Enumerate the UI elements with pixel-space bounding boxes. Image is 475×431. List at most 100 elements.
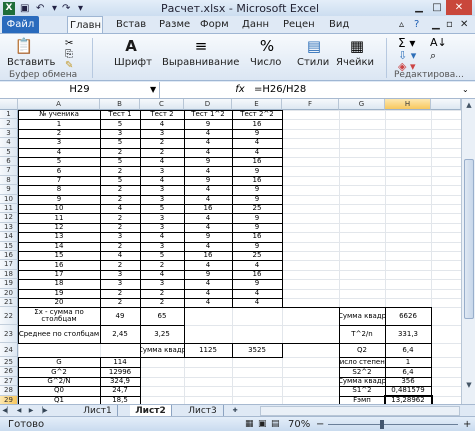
table-cell[interactable]: 5 [100, 119, 140, 128]
table-cell[interactable]: 2 [100, 260, 140, 269]
table-cell[interactable]: 2 [100, 242, 140, 251]
percent-icon[interactable]: % [256, 36, 278, 56]
table-cell[interactable]: 9 [232, 223, 282, 232]
right-label[interactable]: T^2/n [339, 325, 385, 343]
row-header-26[interactable]: 26 [0, 367, 18, 377]
table-cell[interactable]: 4 [184, 185, 232, 194]
table-cell[interactable]: 2 [100, 213, 140, 222]
summary-label[interactable]: G^2/N [18, 377, 100, 386]
summary-value[interactable]: 2,45 [100, 325, 140, 343]
font-label[interactable]: Шрифт [114, 57, 152, 69]
row-header-25[interactable]: 25 [0, 357, 18, 368]
table-cell[interactable]: 3 [100, 232, 140, 241]
table-header-cell[interactable]: Тест 1^2 [184, 110, 232, 119]
next-sheet-icon[interactable]: ▶ [26, 405, 36, 416]
zoom-slider[interactable] [328, 424, 458, 425]
tab-file[interactable]: Файл [2, 16, 39, 33]
right-label[interactable]: Сумма квадр [339, 307, 385, 325]
styles-icon[interactable]: ▤ [303, 36, 325, 56]
table-cell[interactable]: 3 [140, 166, 184, 175]
help-minimize-ribbon-icon[interactable]: ▵ [397, 16, 409, 33]
paste-button-label[interactable]: Вставить [7, 57, 55, 69]
summary-value[interactable]: 3,25 [140, 325, 184, 343]
summary-value[interactable]: 49 [100, 307, 140, 325]
table-cell[interactable]: 10 [18, 204, 100, 213]
table-cell[interactable]: 4 [184, 213, 232, 222]
table-cell[interactable]: 16 [232, 119, 282, 128]
right-label[interactable]: Число степене [339, 357, 385, 367]
name-box-dropdown-icon[interactable]: ▼ [150, 82, 156, 98]
sort-filter-icon[interactable]: A↓ [430, 36, 447, 49]
summary-value[interactable]: 3525 [232, 343, 282, 357]
zoom-slider-thumb[interactable] [380, 420, 384, 429]
alignment-icon[interactable]: ≡ [190, 36, 212, 56]
last-sheet-icon[interactable]: ▕▶ [38, 405, 48, 416]
column-header-g[interactable]: G [339, 99, 385, 110]
table-cell[interactable]: 4 [140, 176, 184, 185]
table-cell[interactable]: 16 [184, 204, 232, 213]
table-cell[interactable]: 20 [18, 298, 100, 307]
alignment-label[interactable]: Выравнивание [162, 57, 239, 69]
right-value[interactable]: 356 [385, 377, 431, 386]
summary-label[interactable]: Q1 [18, 396, 100, 404]
table-cell[interactable]: 4 [140, 270, 184, 279]
number-label[interactable]: Число [250, 57, 281, 69]
table-cell[interactable]: 4 [232, 138, 282, 147]
table-cell[interactable]: 3 [140, 279, 184, 288]
row-header-16[interactable]: 16 [0, 251, 18, 261]
table-cell[interactable]: 3 [140, 195, 184, 204]
table-cell[interactable]: 16 [232, 176, 282, 185]
table-cell[interactable]: 2 [100, 298, 140, 307]
summary-label[interactable]: G [18, 357, 100, 367]
row-header-17[interactable]: 17 [0, 260, 18, 270]
table-cell[interactable]: 3 [100, 270, 140, 279]
column-header-c[interactable]: C [140, 99, 184, 110]
table-cell[interactable]: 4 [232, 260, 282, 269]
summary-value[interactable]: 12996 [100, 367, 140, 376]
summary-label[interactable]: Среднее по столбцам [18, 325, 100, 343]
paste-icon[interactable]: 📋 [13, 36, 35, 56]
summary-label[interactable]: Q0 [18, 386, 100, 395]
row-header-13[interactable]: 13 [0, 222, 18, 233]
right-value[interactable]: 6626 [385, 307, 431, 325]
table-cell[interactable]: 19 [18, 289, 100, 298]
table-cell[interactable]: 9 [232, 279, 282, 288]
table-cell[interactable]: 9 [184, 176, 232, 185]
table-cell[interactable]: 9 [184, 119, 232, 128]
table-cell[interactable]: 5 [140, 251, 184, 260]
row-header-9[interactable]: 9 [0, 185, 18, 195]
row-header-3[interactable]: 3 [0, 128, 18, 139]
horizontal-scrollbar[interactable] [260, 406, 460, 416]
summary-value[interactable]: 1125 [184, 343, 232, 357]
table-cell[interactable]: 3 [140, 185, 184, 194]
right-label[interactable]: S2^2 [339, 367, 385, 376]
table-cell[interactable]: 16 [232, 270, 282, 279]
right-label[interactable]: Fэмп [339, 396, 385, 404]
table-cell[interactable]: 2 [100, 289, 140, 298]
row-header-6[interactable]: 6 [0, 157, 18, 167]
summary-label[interactable]: Сумма квадр [140, 343, 184, 357]
table-cell[interactable]: 3 [140, 223, 184, 232]
table-cell[interactable]: 4 [232, 148, 282, 157]
table-cell[interactable]: 4 [184, 260, 232, 269]
undo-icon[interactable]: ↶ [36, 2, 44, 15]
table-cell[interactable]: 5 [100, 176, 140, 185]
insert-function-icon[interactable]: fx [232, 82, 248, 98]
right-value[interactable]: 6,4 [385, 367, 431, 376]
table-cell[interactable]: 3 [140, 129, 184, 138]
table-cell[interactable]: 2 [100, 148, 140, 157]
font-icon[interactable]: A [120, 36, 142, 56]
table-header-cell[interactable]: Тест 1 [100, 110, 140, 119]
close-button[interactable]: ✕ [446, 0, 472, 15]
table-cell[interactable]: 9 [184, 157, 232, 166]
table-cell[interactable]: 25 [232, 251, 282, 260]
table-cell[interactable]: 2 [100, 195, 140, 204]
row-header-21[interactable]: 21 [0, 298, 18, 308]
table-cell[interactable]: 5 [100, 157, 140, 166]
doc-close-button[interactable]: ✕ [458, 16, 470, 33]
table-cell[interactable]: 3 [140, 242, 184, 251]
table-cell[interactable]: 13 [18, 232, 100, 241]
column-header-h[interactable]: H [385, 99, 431, 110]
doc-minimize-button[interactable]: ▁ [430, 16, 442, 33]
column-header-d[interactable]: D [184, 99, 232, 110]
